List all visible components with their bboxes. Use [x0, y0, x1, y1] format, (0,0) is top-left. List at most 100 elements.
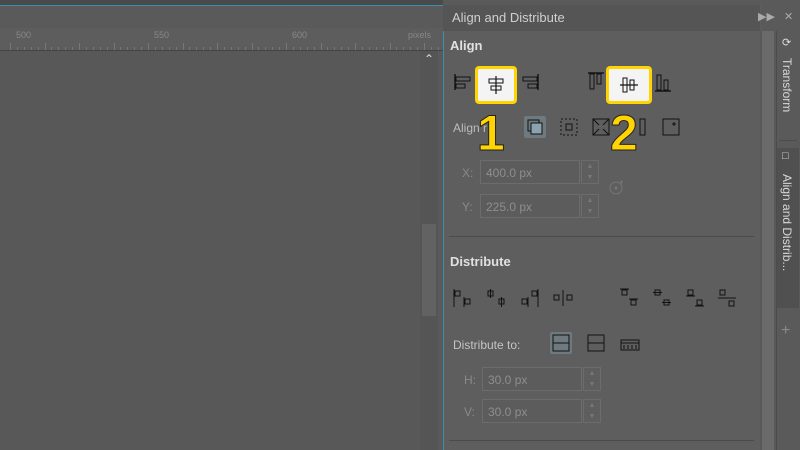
align-right-icon[interactable]	[518, 71, 540, 93]
align-center-horizontal-highlight[interactable]	[475, 66, 517, 104]
scroll-up-icon[interactable]: ⌃	[420, 51, 438, 67]
distribute-to-page-icon[interactable]	[585, 332, 607, 354]
ruler-tick	[65, 47, 67, 50]
ruler-tick	[72, 47, 74, 50]
panel-scroll-thumb[interactable]	[762, 31, 774, 450]
align-distribute-tab[interactable]: □ Align and Distrib...	[777, 148, 799, 308]
ruler-tick	[375, 47, 377, 50]
y-position-field[interactable]: 225.0 px	[480, 194, 580, 218]
canvas-scroll-thumb[interactable]	[422, 224, 436, 316]
y-label: Y:	[462, 200, 473, 214]
ruler-tick	[37, 47, 39, 50]
panel-title: Align and Distribute	[452, 10, 565, 25]
distribute-top-icon[interactable]	[618, 287, 640, 309]
distribute-bottom-icon[interactable]	[684, 287, 706, 309]
x-spinner[interactable]: ▲ ▼	[581, 160, 599, 184]
ruler-tick	[196, 47, 198, 50]
ruler-tick	[430, 47, 432, 50]
panel-header-controls: ▶▶ ✕	[758, 10, 793, 23]
ruler-label: 500	[16, 30, 32, 40]
ruler-tick	[58, 47, 60, 50]
distribute-left-icon[interactable]	[452, 287, 474, 309]
v-spacing-field[interactable]: 30.0 px	[482, 399, 582, 423]
distribute-to-selection-icon[interactable]	[550, 332, 572, 354]
relative-to-selection-icon[interactable]	[524, 116, 546, 138]
ruler-tick	[327, 47, 329, 50]
drawing-canvas[interactable]	[0, 51, 420, 450]
ruler-tick	[30, 47, 32, 50]
distribute-spacing-v-icon[interactable]	[716, 287, 738, 309]
target-point-icon[interactable]	[608, 180, 624, 196]
ruler-tick	[223, 47, 225, 50]
align-bottom-icon[interactable]	[652, 71, 674, 93]
ruler-tick	[16, 47, 18, 50]
ruler-label: 550	[154, 30, 170, 40]
ruler-tick	[313, 47, 315, 50]
v-spinner[interactable]: ▲ ▼	[583, 399, 601, 423]
ruler-tick	[306, 47, 308, 50]
x-position-field[interactable]: 400.0 px	[480, 160, 580, 184]
align-top-icon[interactable]	[585, 71, 607, 93]
collapse-panel-icon[interactable]: ▶▶	[758, 11, 775, 23]
ruler-tick	[251, 43, 253, 50]
ruler-tick	[85, 47, 87, 50]
ruler-tick	[127, 47, 129, 50]
ruler-tick	[258, 47, 260, 50]
ruler-tick	[396, 47, 398, 50]
ruler-tick	[286, 43, 287, 50]
transform-tab-label: Transform	[780, 58, 794, 113]
ruler-tick	[134, 47, 136, 50]
add-docker-icon[interactable]: +	[781, 322, 790, 340]
ruler-tick	[175, 47, 177, 50]
y-spinner[interactable]: ▲ ▼	[581, 194, 599, 218]
ruler-tick	[292, 47, 294, 50]
ruler-units: pixels	[408, 30, 432, 40]
ruler-tick	[10, 43, 11, 50]
ruler-tick	[334, 47, 336, 50]
align-tab-label: Align and Distrib...	[780, 174, 794, 272]
ruler-tick	[92, 47, 94, 50]
h-spacing-field[interactable]: 30.0 px	[482, 367, 582, 391]
h-spinner[interactable]: ▲ ▼	[583, 367, 601, 391]
ruler-tick	[389, 43, 391, 50]
ruler-tick	[299, 47, 301, 50]
transform-tab[interactable]: ⟳ Transform	[779, 36, 797, 141]
ruler-tick	[182, 43, 184, 50]
ruler-tick	[230, 47, 232, 50]
ruler-tick	[348, 47, 350, 50]
relative-to-point-icon[interactable]	[660, 116, 682, 138]
align-left-icon[interactable]	[453, 71, 475, 93]
ruler-tick	[210, 47, 212, 50]
align-center-vertical-highlight[interactable]	[606, 66, 652, 104]
ruler-tick	[237, 47, 239, 50]
v-label: V:	[464, 405, 475, 419]
distribute-spacing-h-icon[interactable]	[552, 287, 574, 309]
ruler-tick	[23, 47, 25, 50]
align-tab-icon: □	[782, 150, 789, 162]
close-panel-icon[interactable]: ✕	[784, 11, 793, 23]
center-on-horizontal-axis-icon	[620, 77, 638, 93]
ruler-tick	[51, 47, 53, 50]
ruler-tick	[368, 47, 370, 50]
ruler-tick	[437, 47, 439, 50]
ruler-tick	[403, 47, 405, 50]
section-divider	[449, 236, 754, 237]
ruler-tick	[113, 43, 115, 50]
ruler-tick	[320, 43, 322, 50]
ruler-tick	[355, 43, 356, 50]
ruler-tick	[203, 47, 205, 50]
ruler-tick	[265, 47, 267, 50]
ruler-tick	[189, 47, 191, 50]
distribute-center-h-icon[interactable]	[486, 287, 508, 309]
ruler-tick	[44, 43, 46, 50]
distribute-center-v-icon[interactable]	[651, 287, 673, 309]
transform-icon: ⟳	[782, 37, 792, 49]
relative-to-drawing-icon[interactable]	[590, 116, 612, 138]
ruler-tick	[106, 47, 108, 50]
ruler-tick	[361, 47, 363, 50]
distribute-right-icon[interactable]	[519, 287, 541, 309]
ruler-tick	[272, 47, 274, 50]
relative-to-bbox-icon[interactable]	[626, 116, 648, 138]
distribute-to-spacing-icon[interactable]	[619, 334, 641, 356]
relative-to-page-icon[interactable]	[558, 116, 580, 138]
